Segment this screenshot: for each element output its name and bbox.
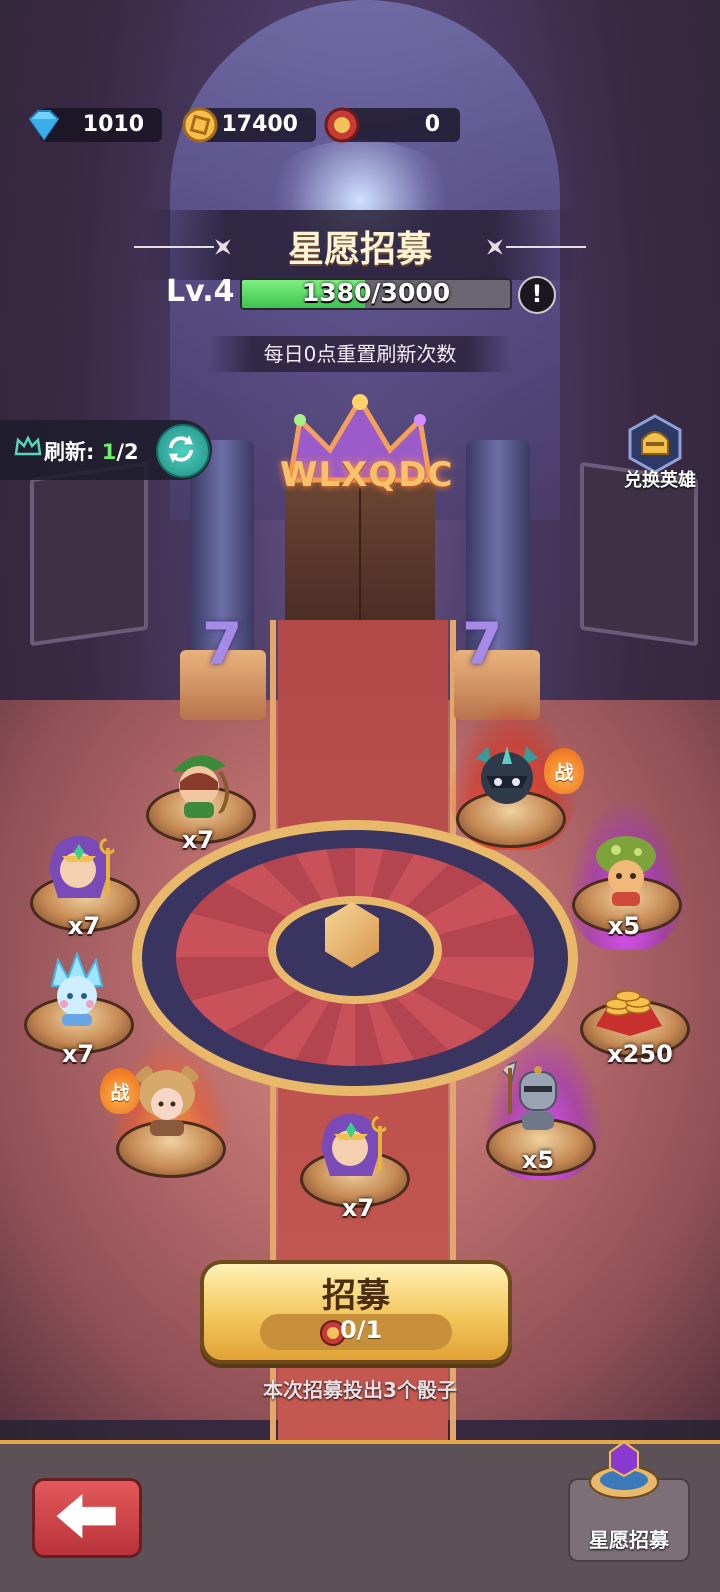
exchange-hero-label[interactable]: 兑换英雄: [610, 466, 710, 492]
mage-hero-icon: [50, 836, 117, 904]
refresh-count: 刷新: 1/2: [44, 436, 139, 466]
refresh-used: 1: [101, 440, 117, 464]
refresh-button[interactable]: [156, 424, 210, 478]
reward-qty: x7: [67, 912, 101, 940]
recruit-button-label[interactable]: 招募: [200, 1268, 512, 1317]
seven-symbol-right: 7: [462, 610, 503, 678]
level-label: Lv.4: [166, 274, 235, 309]
diamond-icon: [28, 110, 60, 141]
reward-qty: x5: [521, 1146, 555, 1174]
mushroom-hero-icon: [596, 836, 656, 906]
page-title: 星愿招募: [287, 229, 432, 270]
daily-reset-note: 每日0点重置刷新次数: [208, 336, 512, 372]
diamond-value: 1010: [82, 112, 144, 137]
archer-hero-icon: [172, 755, 229, 818]
mage-hero-icon: [322, 1114, 389, 1182]
gold-coin-icon: [182, 107, 218, 143]
recruit-cost: 0/1: [340, 1316, 383, 1344]
gold-coins-icon: [596, 990, 662, 1036]
refresh-total: /2: [116, 440, 139, 464]
tab-star-wish-recruit-label[interactable]: 星愿招募: [568, 1524, 690, 1553]
wall-banner-left: [30, 461, 148, 647]
back-arrow-icon: [56, 1493, 116, 1539]
dark-knight-hero-icon: [476, 746, 538, 804]
star-wish-wheel-icon: [589, 1440, 659, 1499]
seven-symbol-left: 7: [202, 610, 243, 678]
gold-value: 17400: [221, 112, 298, 137]
xp-progress-text: 1380/3000: [301, 278, 451, 307]
armored-knight-hero-icon: [498, 1060, 557, 1130]
battle-badge: 战: [100, 1068, 140, 1114]
token-value: 0: [424, 112, 440, 137]
reward-qty: x7: [61, 1040, 95, 1068]
exchange-hero-icon[interactable]: [626, 414, 684, 474]
sign-text: WLXQDC: [280, 455, 454, 495]
battle-badge: 战: [544, 748, 584, 794]
recruit-token-icon: [324, 107, 360, 143]
reward-qty: x7: [181, 826, 215, 854]
refresh-arrows-icon: [169, 435, 193, 463]
info-button[interactable]: !: [518, 276, 556, 314]
reward-qty: x250: [607, 1040, 673, 1068]
ice-hero-icon: [50, 951, 104, 1026]
reward-qty: x5: [607, 912, 641, 940]
reward-qty: x7: [341, 1194, 375, 1222]
bear-hero-icon: [135, 1065, 199, 1136]
refresh-label: 刷新:: [44, 440, 95, 464]
recruit-hint: 本次招募投出3个骰子: [263, 1378, 457, 1402]
back-button[interactable]: [32, 1478, 142, 1558]
crown-icon: [14, 435, 42, 456]
